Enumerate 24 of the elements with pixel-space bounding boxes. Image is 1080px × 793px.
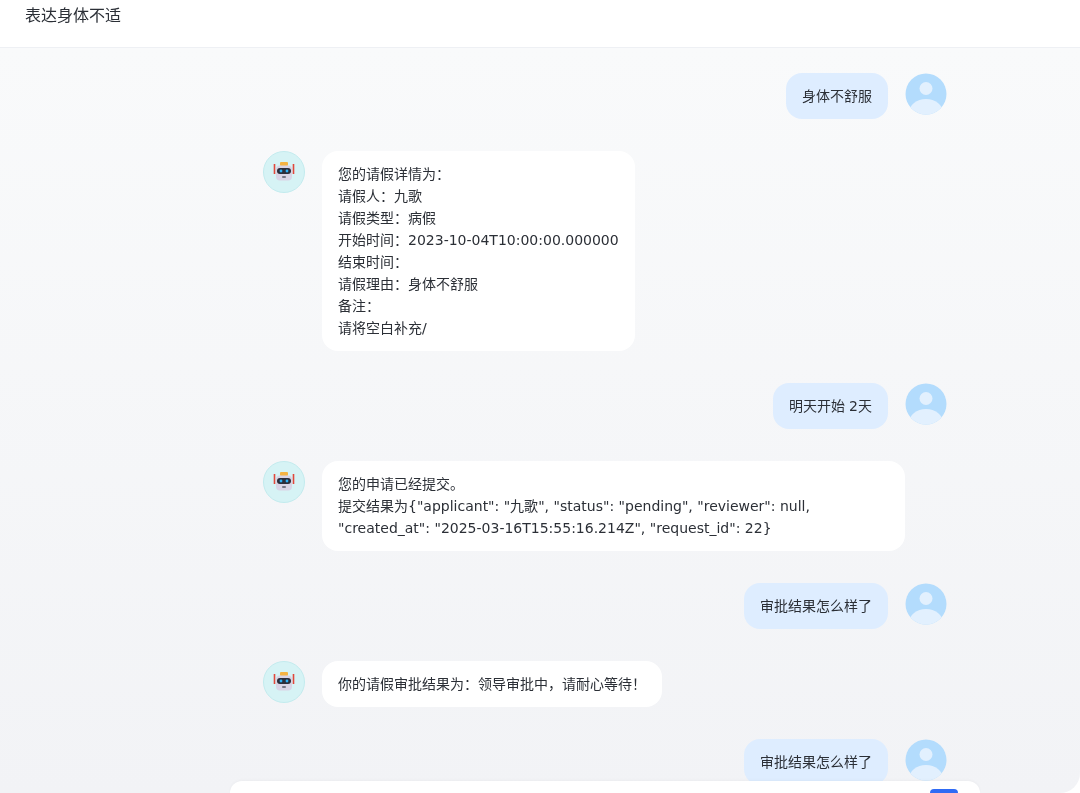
user-avatar-icon	[905, 73, 947, 115]
message-text: 您的请假详情为：	[338, 165, 451, 184]
message-text: 提交结果为{"applicant": "九歌", "status": "pending", "reviewer": null, "created_at": "2025-03-16T15:55:16.214Z", "request_id": 22}	[338, 497, 811, 538]
message-text: 请假人：九歌	[338, 187, 423, 206]
user-avatar-icon	[905, 583, 947, 625]
message-text: 明天开始 2天	[788, 397, 872, 416]
message-text: 您的申请已经提交。	[338, 475, 465, 494]
input-field[interactable]	[230, 781, 980, 793]
message-text: 请假类型：病假	[338, 209, 437, 228]
message-text: 请将空白补充/	[338, 319, 428, 338]
message-text: 审批结果怎么样了	[760, 597, 872, 616]
message-text: 开始时间：2023-10-04T10:00:00.000000	[338, 231, 619, 250]
user-avatar-icon	[905, 383, 947, 425]
send-button[interactable]	[930, 789, 958, 793]
message-text: 备注：	[338, 297, 381, 316]
message-text: 结束时间：	[338, 253, 409, 272]
robot-avatar-icon	[263, 151, 305, 193]
message-text: 你的请假审批结果为：领导审批中，请耐心等待！	[338, 675, 646, 694]
message-text: 身体不舒服	[802, 87, 872, 106]
robot-avatar-icon	[263, 461, 305, 503]
message-text: 审批结果怎么样了	[760, 753, 872, 772]
robot-avatar-icon	[263, 661, 305, 703]
message-text: 请假理由：身体不舒服	[338, 275, 479, 294]
chat-title: 表达身体不适	[25, 6, 121, 25]
